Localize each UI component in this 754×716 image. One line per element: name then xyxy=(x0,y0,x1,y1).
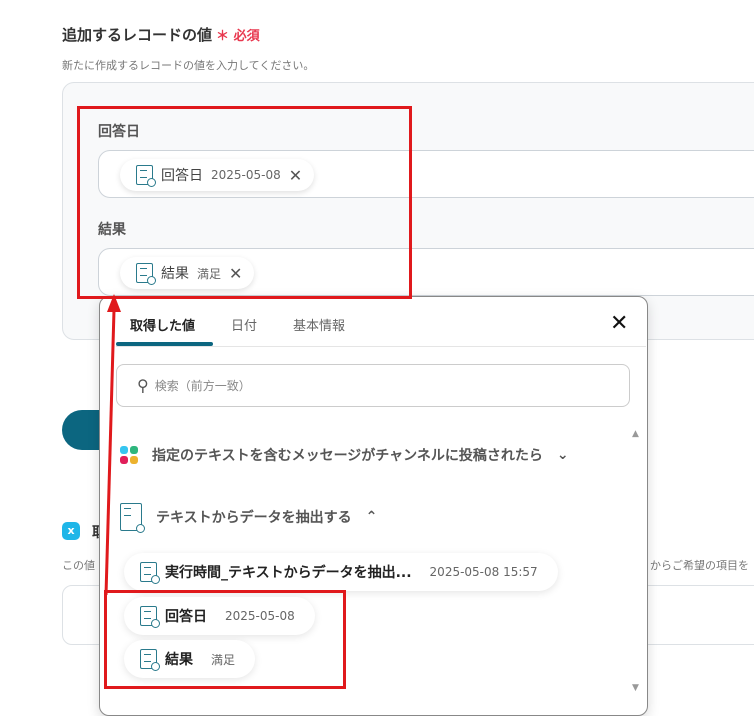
document-search-icon xyxy=(140,562,160,584)
group-label: テキストからデータを抽出する xyxy=(156,510,352,526)
value-item-execution-time[interactable]: 実行時間_テキストからデータを抽出... 2025-05-08 15:57 xyxy=(124,553,558,591)
annotation-arrow xyxy=(104,294,121,596)
item-value: 2025-05-08 15:57 xyxy=(429,565,538,579)
tab-basic-info[interactable]: 基本情報 xyxy=(293,315,345,334)
chevron-down-icon: ⌄ xyxy=(556,447,569,463)
group-slack-trigger[interactable]: 指定のテキストを含むメッセージがチャンネルに投稿されたら ⌄ xyxy=(120,445,569,465)
group-label: 指定のテキストを含むメッセージがチャンネルに投稿されたら xyxy=(152,448,543,464)
search-icon: ⚲ xyxy=(137,376,149,395)
section-description: 新たに作成するレコードの値を入力してください。 xyxy=(62,59,315,72)
close-icon[interactable]: ✕ xyxy=(610,311,628,336)
app-logo-icon: x xyxy=(62,522,80,540)
tab-acquired-values[interactable]: 取得した値 xyxy=(130,315,195,334)
scroll-down-arrow[interactable]: ▼ xyxy=(632,683,639,693)
tab-divider xyxy=(116,346,646,347)
item-name: 実行時間_テキストからデータを抽出... xyxy=(165,565,412,581)
chevron-up-icon: ⌃ xyxy=(365,509,378,525)
section2-desc-right: からご希望の項目を xyxy=(650,559,749,572)
section2-desc-left: この値 xyxy=(62,559,95,572)
scroll-up-arrow[interactable]: ▲ xyxy=(632,429,639,439)
section-title-text: 追加するレコードの値 xyxy=(62,26,213,44)
tab-date[interactable]: 日付 xyxy=(231,315,257,334)
search-input[interactable]: ⚲ 検索（前方一致） xyxy=(116,364,630,407)
group-extract-data[interactable]: テキストからデータを抽出する ⌃ xyxy=(120,503,378,533)
section-title: 追加するレコードの値＊ 必須 xyxy=(62,24,260,45)
annotation-box-fields xyxy=(77,106,412,299)
required-mark: ＊ 必須 xyxy=(216,29,260,44)
search-placeholder: 検索（前方一致） xyxy=(154,379,251,393)
annotation-box-items xyxy=(104,590,346,689)
